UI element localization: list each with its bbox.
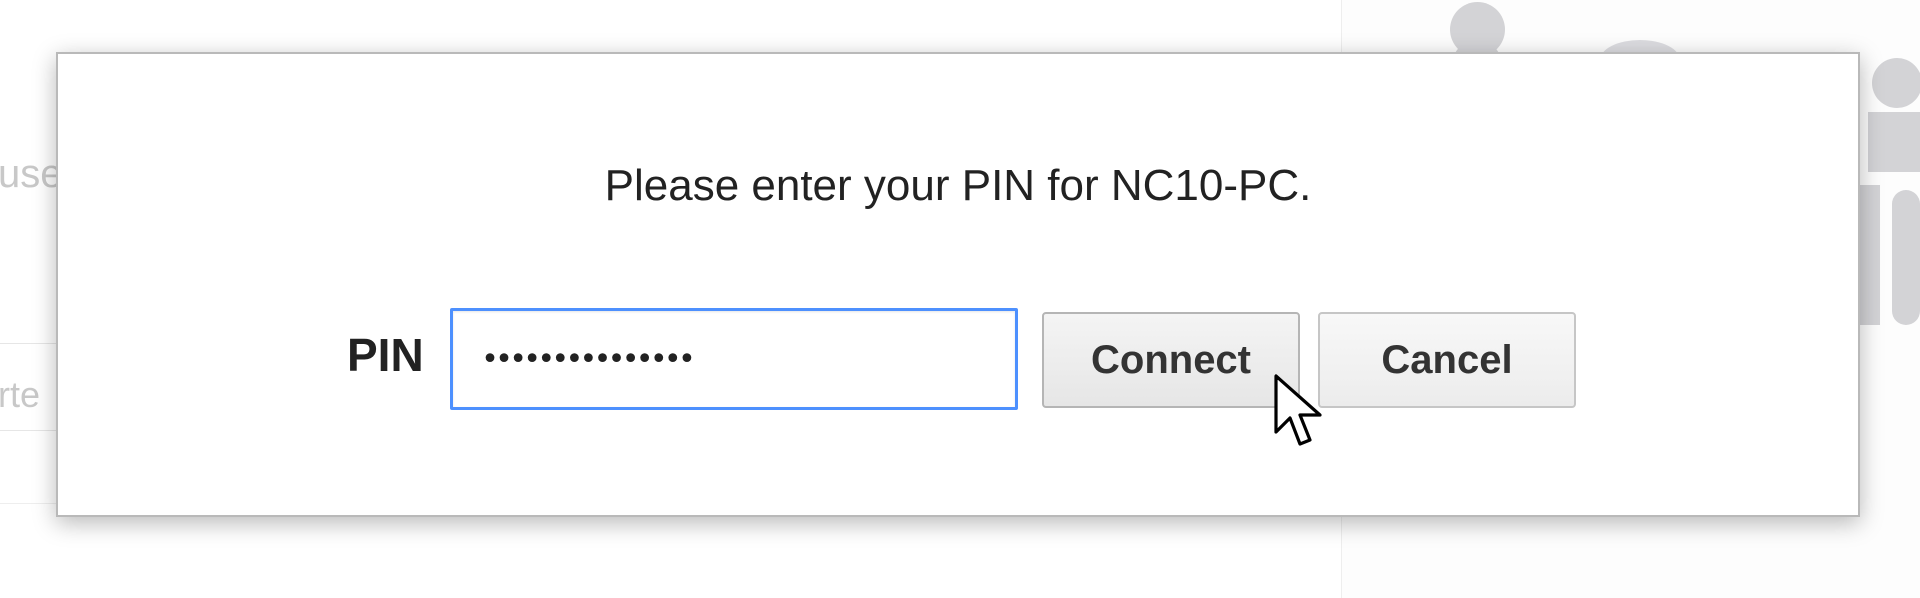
pin-label: PIN xyxy=(347,329,424,381)
cancel-button[interactable]: Cancel xyxy=(1318,312,1576,408)
arrow-pointer-icon xyxy=(1274,374,1322,446)
background-divider xyxy=(0,430,60,431)
background-illustration-shape xyxy=(1868,112,1920,172)
background-divider xyxy=(0,503,60,504)
background-illustration-shape xyxy=(1860,185,1880,325)
connect-button[interactable]: Connect xyxy=(1042,312,1300,408)
pin-dialog: Please enter your PIN for NC10-PC. PIN C… xyxy=(56,52,1860,517)
background-divider xyxy=(0,343,60,344)
background-text: rte xyxy=(0,374,41,415)
dialog-message: Please enter your PIN for NC10-PC. xyxy=(604,161,1312,210)
pin-input[interactable] xyxy=(450,308,1018,410)
background-illustration-shape xyxy=(1872,58,1920,108)
background-text: use xyxy=(0,152,63,196)
background-illustration-shape xyxy=(1892,190,1920,325)
